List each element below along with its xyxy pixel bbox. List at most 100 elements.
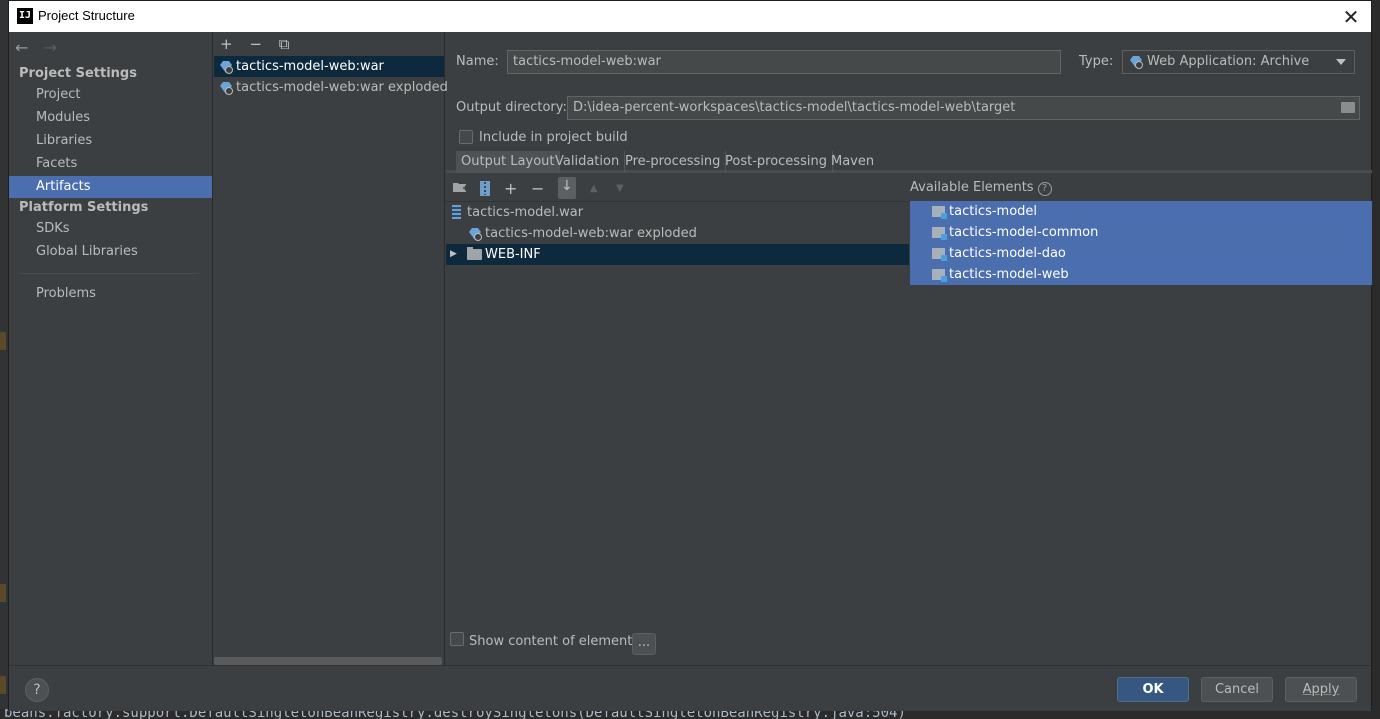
remove-element-icon[interactable]: − — [531, 179, 544, 198]
tab-output-layout[interactable]: Output Layout — [456, 151, 561, 173]
war-archive-icon — [452, 205, 461, 219]
cancel-button[interactable]: Cancel — [1201, 677, 1273, 702]
name-label: Name: — [456, 54, 499, 69]
artifact-item-war[interactable]: tactics-model-web:war — [214, 56, 444, 77]
tab-pre-processing[interactable]: Pre-processing — [620, 151, 727, 173]
browse-folder-icon[interactable] — [1341, 102, 1355, 113]
sidebar-divider — [19, 273, 199, 274]
intellij-icon: IJ — [17, 8, 33, 24]
name-field[interactable]: tactics-model-web:war — [507, 50, 1061, 74]
module-folder-icon — [932, 248, 947, 261]
module-folder-icon — [932, 227, 947, 240]
settings-sidebar: ← → Project Settings Project Modules Lib… — [9, 32, 213, 665]
sidebar-item-project[interactable]: Project — [9, 84, 212, 106]
move-up-icon[interactable]: ▲ — [590, 183, 598, 194]
dialog-button-bar: ? OK Cancel Apply — [9, 665, 1371, 711]
artifact-item-war-exploded[interactable]: tactics-model-web:war exploded — [214, 77, 448, 98]
add-artifact-icon[interactable]: + — [220, 35, 233, 53]
artifact-label: tactics-model-web:war — [236, 59, 384, 74]
artifacts-toolbar: + − ⧉ — [220, 35, 301, 53]
tree-node-label: tactics-model-web:war exploded — [485, 226, 697, 241]
show-content-checkbox[interactable] — [450, 632, 464, 646]
horizontal-scrollbar[interactable] — [214, 657, 442, 665]
apply-button[interactable]: Apply — [1285, 677, 1357, 702]
artifact-editor: Name: tactics-model-web:war Type: Web Ap… — [446, 32, 1372, 665]
artifacts-list-pane: + − ⧉ tactics-model-web:war tactics-mode… — [214, 32, 448, 665]
tab-validation[interactable]: Validation — [550, 151, 626, 173]
new-archive-icon[interactable] — [480, 181, 490, 200]
sidebar-item-sdks[interactable]: SDKs — [9, 218, 212, 240]
window-title: Project Structure — [38, 8, 135, 23]
available-module-item[interactable]: tactics-model-common — [910, 222, 1372, 243]
module-folder-icon — [932, 206, 947, 219]
gutter-marker — [0, 332, 6, 350]
tree-node-label: WEB-INF — [485, 247, 541, 262]
sidebar-item-artifacts[interactable]: Artifacts — [9, 176, 212, 198]
gutter-marker — [0, 676, 6, 694]
sort-elements-icon[interactable]: ↓ — [558, 177, 576, 199]
output-directory-label: Output directory: — [456, 100, 567, 115]
available-module-item[interactable]: tactics-model-web — [910, 264, 1372, 285]
ok-button[interactable]: OK — [1117, 677, 1189, 702]
available-elements-heading: Available Elements? — [910, 180, 1052, 196]
include-in-build-checkbox[interactable] — [459, 130, 473, 144]
platform-settings-heading: Platform Settings — [19, 200, 149, 215]
expand-arrow-icon[interactable]: ▶ — [450, 244, 457, 265]
module-label: tactics-model-web — [949, 267, 1069, 282]
tree-node-web-inf[interactable]: ▶ WEB-INF — [446, 244, 909, 265]
sidebar-item-libraries[interactable]: Libraries — [9, 130, 212, 152]
sidebar-item-facets[interactable]: Facets — [9, 153, 212, 175]
move-down-icon[interactable]: ▼ — [616, 183, 624, 194]
copy-artifact-icon[interactable]: ⧉ — [279, 35, 290, 53]
close-icon[interactable]: ✕ — [1339, 5, 1363, 29]
module-label: tactics-model-dao — [949, 246, 1066, 261]
available-module-item[interactable]: tactics-model — [910, 201, 1372, 222]
tab-maven[interactable]: Maven — [826, 151, 879, 173]
project-settings-heading: Project Settings — [19, 66, 137, 81]
tab-post-processing[interactable]: Post-processing — [720, 151, 833, 173]
web-artifact-icon — [1130, 56, 1143, 69]
history-nav: ← → — [15, 38, 67, 57]
artifact-tabs: Output Layout Validation Pre-processing … — [446, 151, 1372, 173]
title-bar: IJ Project Structure ✕ — [9, 1, 1371, 32]
available-elements-title: Available Elements — [910, 180, 1034, 195]
type-label: Type: — [1079, 54, 1114, 69]
editor-gutter — [0, 0, 8, 719]
show-content-label: Show content of elements — [469, 634, 640, 649]
folder-icon — [467, 247, 482, 260]
web-artifact-icon — [220, 82, 233, 95]
add-copy-icon[interactable]: + — [504, 179, 517, 198]
type-select[interactable]: Web Application: Archive — [1122, 50, 1355, 74]
type-value: Web Application: Archive — [1147, 54, 1310, 69]
new-folder-icon[interactable] — [453, 181, 468, 198]
output-layout-tree: tactics-model.war tactics-model-web:war … — [446, 202, 909, 622]
forward-arrow-icon[interactable]: → — [44, 38, 57, 57]
sidebar-item-problems[interactable]: Problems — [9, 283, 212, 305]
help-icon[interactable]: ? — [1037, 182, 1052, 196]
back-arrow-icon[interactable]: ← — [15, 38, 28, 57]
tree-node-label: tactics-model.war — [467, 205, 584, 220]
project-structure-dialog: IJ Project Structure ✕ ← → Project Setti… — [8, 0, 1372, 711]
artifact-label: tactics-model-web:war exploded — [236, 80, 448, 95]
tree-node-war-exploded[interactable]: tactics-model-web:war exploded — [446, 223, 909, 244]
artifacts-list: tactics-model-web:war tactics-model-web:… — [214, 56, 448, 98]
web-artifact-icon — [220, 61, 233, 74]
output-directory-value: D:\idea-percent-workspaces\tactics-model… — [573, 100, 1016, 115]
chevron-down-icon — [1336, 59, 1346, 65]
sidebar-item-global-libraries[interactable]: Global Libraries — [9, 241, 212, 263]
module-label: tactics-model-common — [949, 225, 1099, 240]
output-directory-field[interactable]: D:\idea-percent-workspaces\tactics-model… — [567, 96, 1360, 120]
available-elements-list: tactics-model tactics-model-common tacti… — [910, 201, 1372, 285]
help-button[interactable]: ? — [25, 678, 49, 702]
more-options-button[interactable]: ... — [632, 633, 656, 655]
gutter-marker — [0, 584, 6, 602]
output-layout-toolbar: + − ↓ ▲ ▼ — [446, 176, 1372, 202]
available-module-item[interactable]: tactics-model-dao — [910, 243, 1372, 264]
tree-node-war[interactable]: tactics-model.war — [446, 202, 909, 223]
include-in-build-label: Include in project build — [479, 130, 628, 145]
remove-artifact-icon[interactable]: − — [249, 35, 262, 53]
web-artifact-icon — [469, 228, 482, 241]
sidebar-item-modules[interactable]: Modules — [9, 107, 212, 129]
module-label: tactics-model — [949, 204, 1038, 219]
module-folder-icon — [932, 269, 947, 282]
